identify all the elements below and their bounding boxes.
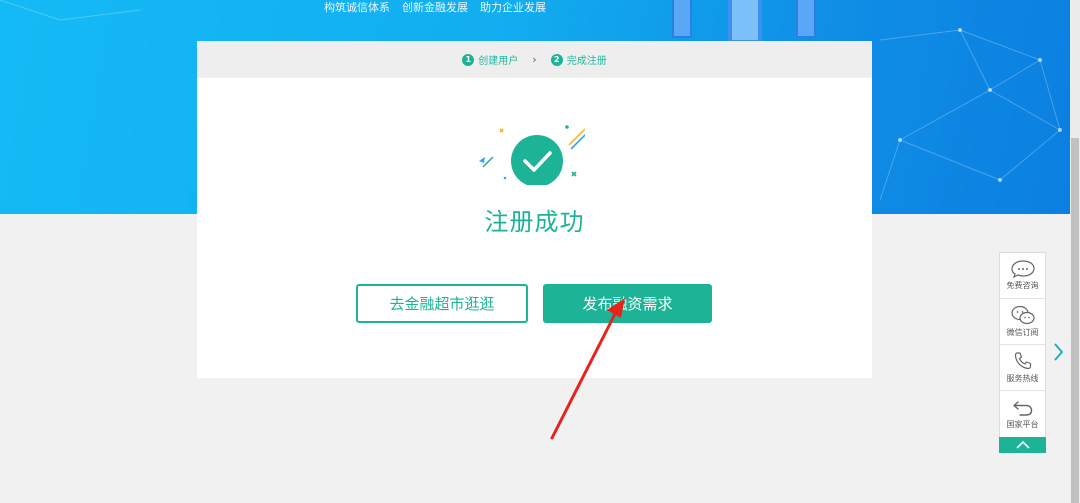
side-item-label: 国家平台 [1006,419,1039,429]
step-separator-icon: › [532,53,537,66]
step-complete-registration: 2 完成注册 [550,52,607,67]
slogan-1: 构筑诚信体系 [324,1,390,14]
step-label: 完成注册 [566,56,607,67]
national-platform-item[interactable]: 国家平台 [1000,391,1045,437]
success-title: 注册成功 [484,208,585,236]
success-check-icon [479,125,585,185]
side-item-label: 微信订阅 [1006,328,1039,337]
chevron-right-icon[interactable] [1051,341,1065,363]
step-number: 1 [462,53,475,66]
steps-progress: 1 创建用户 › 2 完成注册 [197,41,872,78]
floating-service-panel: 免费咨询 微信订阅 服务热线 国家平台 [999,252,1046,438]
registration-result-card: 1 创建用户 › 2 完成注册 注册成功 去金融超市逛逛 发布融资需求 [197,41,872,378]
browse-finance-market-button[interactable]: 去金融超市逛逛 [356,284,528,323]
scrollbar-thumb[interactable] [1071,138,1079,503]
step-number: 2 [550,53,563,66]
step-label: 创建用户 [478,56,519,67]
chat-bubble-icon [1010,260,1035,278]
side-item-label: 服务热线 [1006,374,1039,383]
phone-icon [1014,352,1031,370]
chevron-up-icon [1015,440,1030,449]
step-create-user: 1 创建用户 [462,52,518,67]
banner-slogans: 构筑诚信体系 创新金融发展 助力企业发展 [324,0,546,16]
wechat-subscribe-item[interactable]: 微信订阅 [1000,299,1045,345]
free-consult-item[interactable]: 免费咨询 [1000,253,1045,299]
scrollbar-track[interactable] [1070,0,1080,503]
red-arrow-annotation [550,298,625,440]
slogan-2: 创新金融发展 [402,1,468,14]
side-item-label: 免费咨询 [1006,281,1039,290]
wechat-icon [1010,305,1035,325]
buildings-illustration [672,0,816,42]
slogan-3: 助力企业发展 [480,1,546,14]
return-arrow-icon [1012,400,1032,416]
service-hotline-item[interactable]: 服务热线 [1000,345,1045,391]
back-to-top-button[interactable] [999,437,1046,453]
